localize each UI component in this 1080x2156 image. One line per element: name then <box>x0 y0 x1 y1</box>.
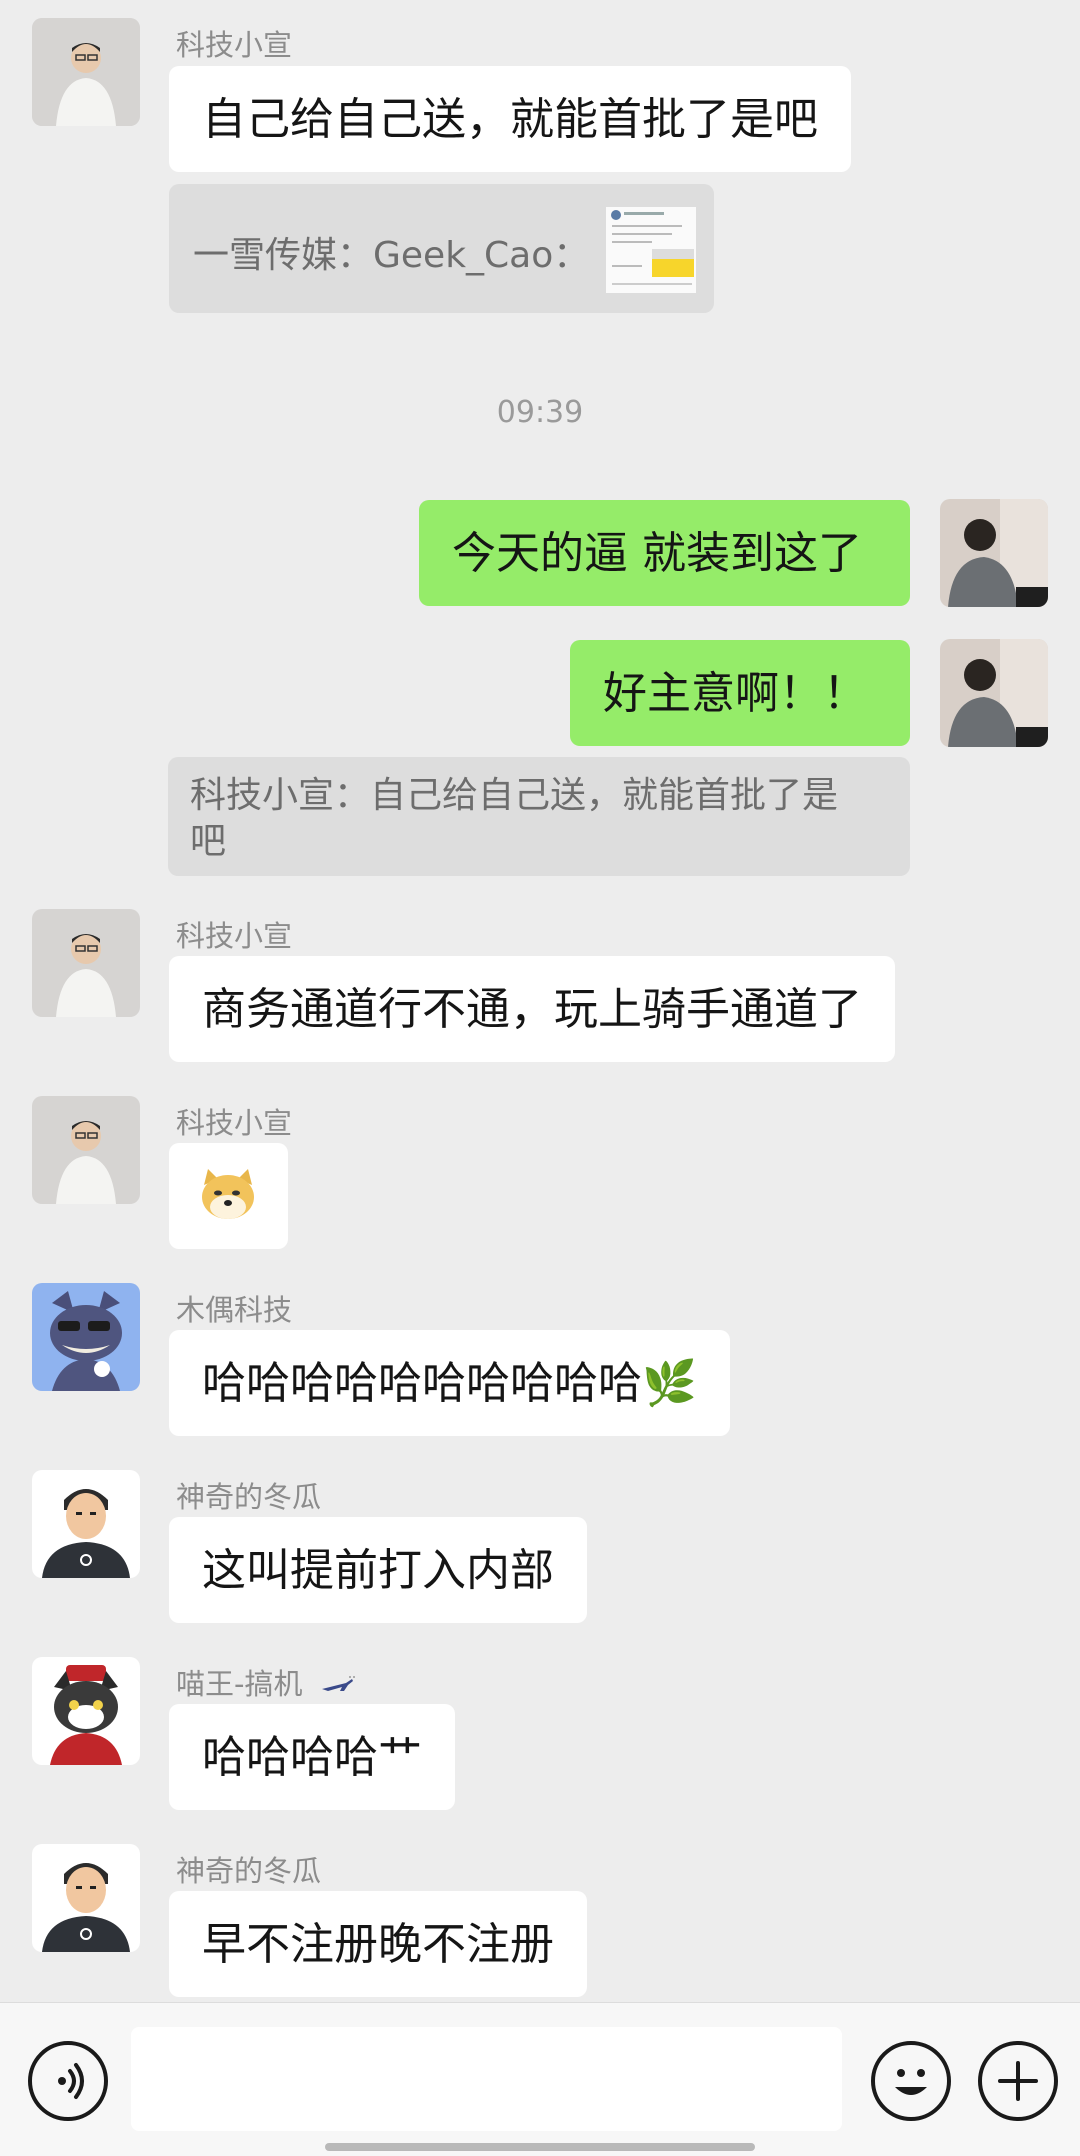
sender-name: 科技小宣 <box>176 919 293 953</box>
message-input[interactable] <box>131 2027 842 2131</box>
quote-text: 一雪传媒：Geek_Cao： <box>193 235 590 276</box>
chat-area[interactable]: 科技小宣 自己给自己送，就能首批了是吧 一雪传媒：Geek_Cao： 09:39… <box>0 0 1080 2002</box>
plus-icon <box>998 2061 1038 2101</box>
airplane-badge-icon <box>321 1676 355 1691</box>
voice-button[interactable] <box>28 2041 108 2121</box>
quoted-message[interactable]: 科技小宣：自己给自己送，就能首批了是 吧 <box>168 757 910 876</box>
emoji-button[interactable] <box>871 2041 951 2121</box>
leaf-emoji-icon: 🌿 <box>642 1358 697 1409</box>
sender-name: 神奇的冬瓜 <box>176 1480 322 1514</box>
message-bubble[interactable]: 早不注册晚不注册 <box>169 1891 587 1997</box>
message-bubble[interactable]: 哈哈哈哈哈哈哈哈哈哈🌿 <box>169 1330 730 1436</box>
message-bubble[interactable]: 哈哈哈哈艹 <box>169 1704 455 1810</box>
sender-name: 神奇的冬瓜 <box>176 1854 322 1888</box>
avatar-kejixiaoxuan[interactable] <box>32 18 140 126</box>
sender-name: 喵王-搞机 <box>176 1661 356 1703</box>
avatar-muoukeji[interactable] <box>32 1283 140 1391</box>
quote-text-line: 吧 <box>190 821 227 862</box>
message-text: 哈哈哈哈哈哈哈哈哈哈 <box>202 1358 642 1409</box>
sender-name: 科技小宣 <box>176 1106 293 1140</box>
avatar-kejixiaoxuan[interactable] <box>32 1096 140 1204</box>
quote-text-line: 科技小宣：自己给自己送，就能首批了是 <box>190 775 839 816</box>
sender-name: 木偶科技 <box>176 1293 293 1327</box>
quote-image-thumbnail[interactable] <box>605 206 697 294</box>
message-bubble[interactable]: 自己给自己送，就能首批了是吧 <box>169 66 851 172</box>
more-button[interactable] <box>978 2041 1058 2121</box>
message-bubble[interactable]: 这叫提前打入内部 <box>169 1517 587 1623</box>
message-bubble-self[interactable]: 今天的逼 就装到这了 <box>419 500 910 606</box>
sticker-bubble[interactable] <box>169 1143 288 1249</box>
message-bubble-self[interactable]: 好主意啊！！ <box>570 640 910 746</box>
timestamp: 09:39 <box>496 395 584 430</box>
avatar-shenqidedonggua[interactable] <box>32 1844 140 1952</box>
home-indicator[interactable] <box>325 2143 755 2151</box>
quoted-message[interactable]: 一雪传媒：Geek_Cao： <box>169 184 714 313</box>
sender-name: 科技小宣 <box>176 28 293 62</box>
doge-emoji-icon <box>202 1169 254 1219</box>
avatar-kejixiaoxuan[interactable] <box>32 909 140 1017</box>
emoji-icon <box>895 2069 927 2095</box>
avatar-shenqidedonggua[interactable] <box>32 1470 140 1578</box>
input-bar <box>0 2002 1080 2156</box>
avatar-self[interactable] <box>940 639 1048 747</box>
avatar-miaowang[interactable] <box>32 1657 140 1765</box>
message-bubble[interactable]: 商务通道行不通，玩上骑手通道了 <box>169 956 895 1062</box>
avatar-self[interactable] <box>940 499 1048 607</box>
voice-icon <box>58 2063 84 2099</box>
